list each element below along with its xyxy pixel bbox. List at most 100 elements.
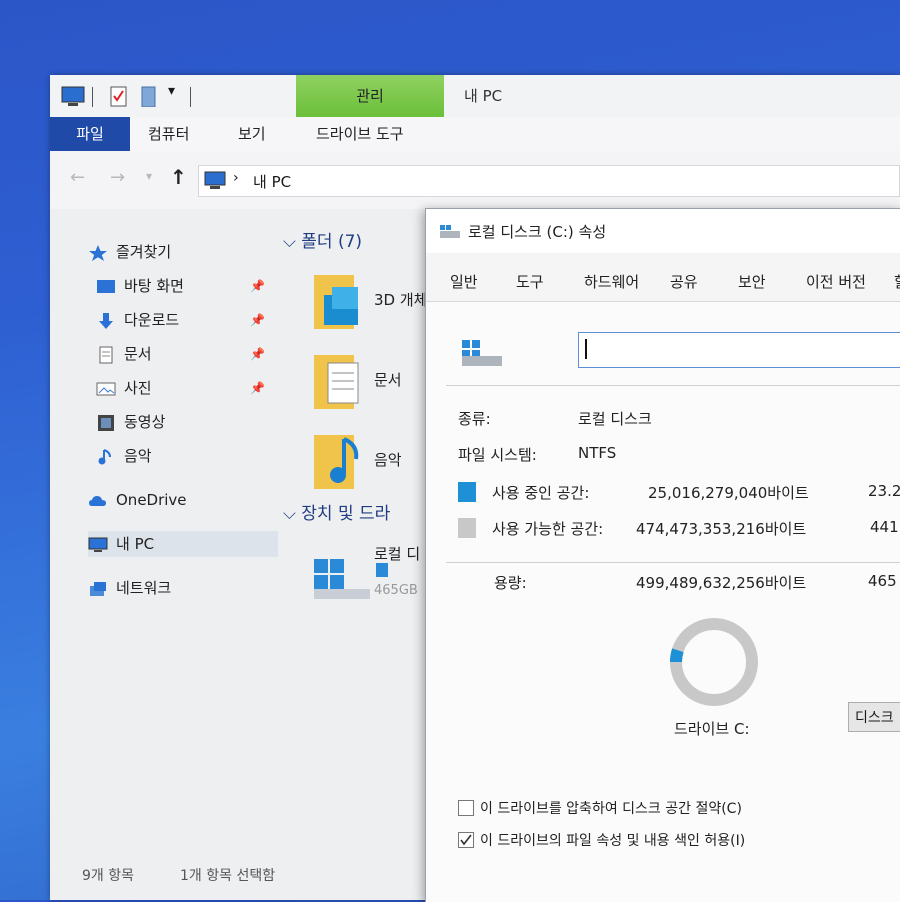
- star-icon: [89, 244, 107, 261]
- pin-icon[interactable]: 📌: [250, 279, 265, 293]
- nav-item-desktop[interactable]: 바탕 화면: [96, 273, 184, 299]
- dialog-title: 로컬 디스크 (C:) 속성: [468, 223, 607, 241]
- disk-cleanup-button[interactable]: 디스크: [848, 702, 900, 732]
- forward-arrow-icon[interactable]: →: [110, 167, 125, 188]
- desktop-icon: [97, 279, 115, 293]
- properties-icon[interactable]: [108, 85, 130, 107]
- folder-label: 문서: [374, 371, 402, 389]
- donut-free-slice: [670, 618, 758, 706]
- chevron-down-icon: ⌵: [283, 232, 302, 252]
- tab-tools[interactable]: 도구: [516, 271, 544, 292]
- item-count: 9개 항목: [82, 868, 134, 884]
- network-icon: [90, 581, 106, 596]
- music-icon: [98, 448, 111, 464]
- breadcrumb-chevron-icon[interactable]: ›: [233, 170, 239, 186]
- pc-icon: [88, 537, 108, 552]
- tab-drive-tools[interactable]: 드라이브 도구: [316, 117, 404, 151]
- nav-label: 문서: [124, 345, 152, 363]
- toolbar-divider: [190, 87, 191, 107]
- pin-icon[interactable]: 📌: [250, 347, 265, 361]
- free-space-swatch: [458, 518, 476, 538]
- address-bar[interactable]: › 내 PC: [198, 165, 900, 197]
- window-title: 내 PC: [464, 87, 503, 105]
- customize-quick-access-icon[interactable]: ▾: [168, 83, 175, 105]
- 3d-objects-folder-icon: [314, 275, 358, 329]
- nav-item-downloads[interactable]: 다운로드: [96, 307, 179, 333]
- music-folder-icon: [314, 435, 359, 489]
- nav-item-music[interactable]: 음악: [96, 443, 152, 469]
- tab-quota[interactable]: 할: [894, 271, 900, 292]
- compress-drive-label: 이 드라이브를 압축하여 디스크 공간 절약(C): [480, 801, 742, 817]
- drive-properties-dialog: 로컬 디스크 (C:) 속성 일반 도구 하드웨어 공유 보안 이전 버전 할 …: [425, 208, 900, 902]
- local-disk-icon: [314, 559, 370, 599]
- free-space-size: 441: [870, 518, 899, 536]
- folders-group-header[interactable]: ⌵ 폴더 (7): [283, 227, 362, 252]
- capacity-bytes: 499,489,632,256바이트: [636, 574, 807, 592]
- tab-previous-versions[interactable]: 이전 버전: [806, 271, 866, 292]
- separator: [446, 562, 900, 563]
- drive-icon: [440, 225, 460, 238]
- tab-file[interactable]: 파일: [50, 117, 130, 151]
- drive-caption: 드라이브 C:: [674, 720, 750, 738]
- nav-label: 음악: [124, 447, 152, 465]
- pc-icon[interactable]: [60, 85, 88, 107]
- new-folder-icon[interactable]: [140, 85, 158, 107]
- pin-icon[interactable]: 📌: [250, 313, 265, 327]
- document-icon: [99, 346, 113, 363]
- drive-name-input[interactable]: [578, 332, 900, 368]
- status-bar: 9개 항목 1개 항목 선택함: [50, 859, 425, 889]
- recent-locations-icon[interactable]: ▾: [146, 169, 152, 183]
- used-space-swatch: [458, 482, 476, 502]
- nav-item-onedrive[interactable]: OneDrive: [88, 487, 187, 513]
- nav-label: 바탕 화면: [124, 277, 184, 295]
- free-space-label: 사용 가능한 공간:: [492, 520, 604, 538]
- dialog-title-bar: 로컬 디스크 (C:) 속성: [426, 209, 900, 253]
- nav-label: 네트워크: [116, 579, 172, 597]
- index-drive-checkbox[interactable]: [458, 832, 474, 848]
- documents-folder-icon: [314, 355, 359, 409]
- ribbon-tabs: 파일 컴퓨터 보기 드라이브 도구: [50, 117, 900, 152]
- tab-computer[interactable]: 컴퓨터: [148, 117, 189, 151]
- content-pane: ⌵ 폴더 (7) 3D 개체 문서 음악 ⌵ 장치 및 드라 로컬 디 465G…: [275, 209, 469, 859]
- navigation-bar: ← → ▾ ↑ › 내 PC: [50, 151, 900, 209]
- checkmark-icon: [460, 834, 472, 846]
- title-bar: ▾ 관리 내 PC: [50, 75, 900, 117]
- selection-count: 1개 항목 선택함: [180, 868, 276, 884]
- capacity-label: 용량:: [494, 574, 527, 592]
- tab-sharing[interactable]: 공유: [670, 271, 698, 292]
- compress-drive-checkbox[interactable]: [458, 800, 474, 816]
- tab-manage[interactable]: 관리: [296, 75, 444, 117]
- download-icon: [99, 312, 113, 329]
- nav-label: 즐겨찾기: [116, 243, 172, 261]
- capacity-size: 465: [868, 572, 897, 590]
- nav-label: 사진: [124, 379, 152, 397]
- back-arrow-icon[interactable]: ←: [70, 167, 85, 188]
- nav-item-pictures[interactable]: 사진: [96, 375, 152, 401]
- tab-security[interactable]: 보안: [738, 271, 766, 292]
- tab-hardware[interactable]: 하드웨어: [584, 271, 639, 292]
- up-arrow-icon[interactable]: ↑: [170, 165, 187, 189]
- devices-group-header[interactable]: ⌵ 장치 및 드라: [283, 499, 390, 524]
- used-space-label: 사용 중인 공간:: [492, 484, 590, 502]
- nav-label: OneDrive: [116, 491, 187, 509]
- nav-item-network[interactable]: 네트워크: [88, 575, 171, 601]
- pc-icon: [204, 171, 226, 189]
- navigation-pane: 즐겨찾기 바탕 화면 📌 다운로드 📌 문서 📌 사진 📌 동영상 음악 One…: [50, 209, 278, 859]
- breadcrumb-this-pc[interactable]: 내 PC: [253, 171, 291, 192]
- pin-icon[interactable]: 📌: [250, 381, 265, 395]
- dialog-tabs: 일반 도구 하드웨어 공유 보안 이전 버전 할: [426, 265, 900, 299]
- picture-icon: [96, 382, 116, 395]
- type-value: 로컬 디스크: [578, 410, 652, 428]
- nav-item-this-pc[interactable]: 내 PC: [88, 531, 278, 557]
- tab-view[interactable]: 보기: [238, 117, 266, 151]
- cloud-icon: [89, 495, 106, 506]
- nav-item-quick-access[interactable]: 즐겨찾기: [88, 239, 171, 265]
- drive-label: 로컬 디: [374, 545, 421, 563]
- tab-general[interactable]: 일반: [450, 271, 478, 292]
- nav-item-documents[interactable]: 문서: [96, 341, 152, 367]
- nav-label: 내 PC: [116, 535, 155, 553]
- type-label: 종류:: [458, 410, 491, 428]
- nav-item-videos[interactable]: 동영상: [96, 409, 165, 435]
- drive-size: 465GB: [374, 583, 418, 598]
- folder-label: 음악: [374, 451, 402, 469]
